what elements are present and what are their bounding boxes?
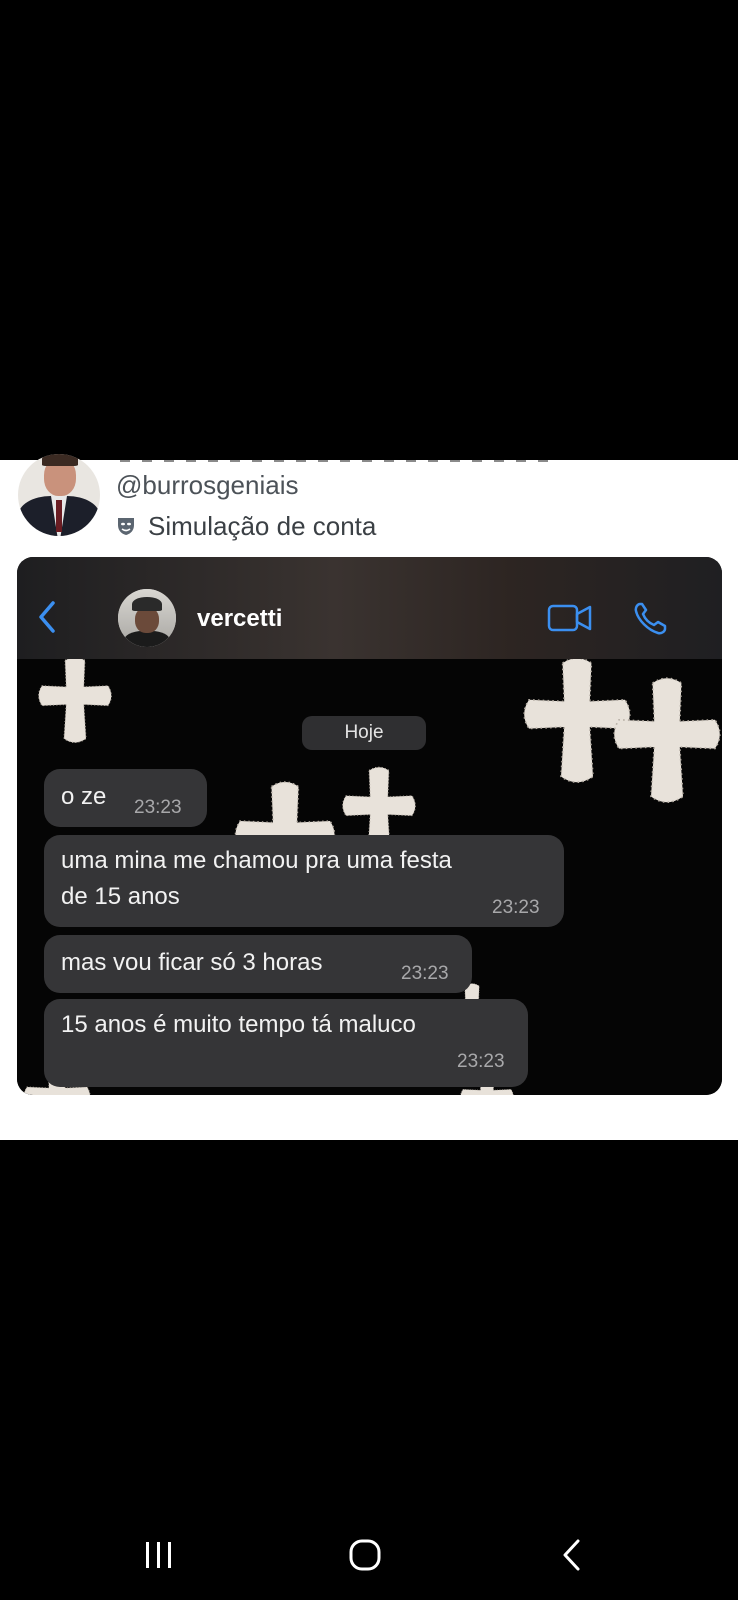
phone-icon[interactable] [632,601,668,637]
contact-name[interactable]: vercetti [197,605,282,633]
message-text: mas vou ficar só 3 horas [61,949,323,976]
simulation-label: Simulação de conta [148,510,377,541]
chat-header: vercetti [17,557,722,659]
phone-screen: @burrosgeniais Simulação de conta vercet… [0,0,738,1600]
message-bubble[interactable]: 15 anos é muito tempo tá maluco 23:23 [44,999,528,1087]
chat-screenshot: vercetti Hoje o ze 23:23 uma mina me cha… [17,557,722,1095]
cropped-header [0,460,738,468]
profile-avatar[interactable] [18,454,100,536]
video-camera-icon[interactable] [547,603,593,633]
tweet-card: @burrosgeniais Simulação de conta vercet… [0,454,738,1140]
message-text: de 15 anos [61,883,180,910]
chevron-left-icon[interactable] [35,597,59,637]
cropped-name-text [120,460,550,462]
contact-avatar[interactable] [118,589,176,647]
message-time: 23:23 [492,897,540,918]
message-text: 15 anos é muito tempo tá maluco [61,1011,416,1038]
simulation-badge: Simulação de conta [116,510,376,542]
message-time: 23:23 [457,1051,505,1072]
message-text: o ze [61,783,107,810]
message-bubble[interactable]: uma mina me chamou pra uma festa de 15 a… [44,835,564,927]
home-icon[interactable] [348,1538,382,1572]
message-time: 23:23 [401,963,449,984]
user-handle[interactable]: @burrosgeniais [116,470,298,501]
system-navigation-bar [0,1500,738,1600]
message-time: 23:23 [134,797,182,818]
back-arrow-icon[interactable] [560,1538,584,1572]
message-bubble[interactable]: o ze 23:23 [44,769,207,827]
date-divider: Hoje [302,716,426,750]
recent-apps-icon[interactable] [142,1540,176,1570]
theater-mask-icon [118,518,134,535]
message-bubble[interactable]: mas vou ficar só 3 horas 23:23 [44,935,472,993]
message-text: uma mina me chamou pra uma festa [61,847,452,874]
